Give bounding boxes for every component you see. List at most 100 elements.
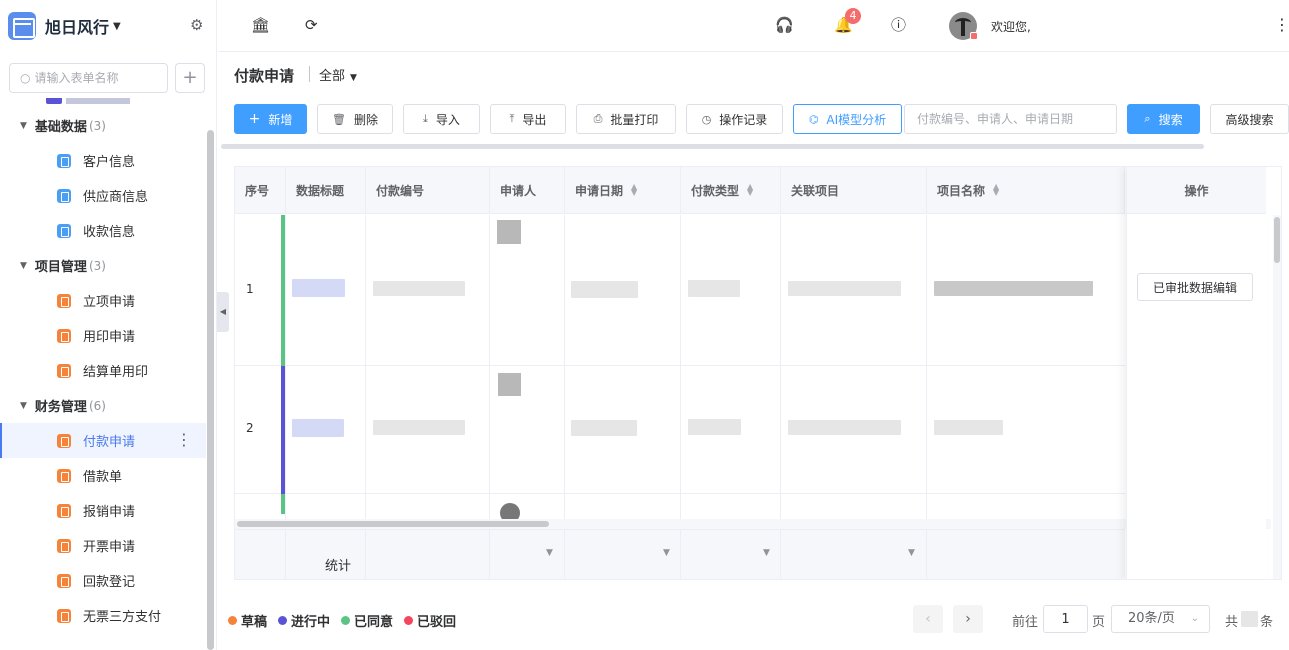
- form-icon: [57, 328, 71, 343]
- export-button[interactable]: ⤒ 导出: [490, 104, 566, 134]
- column-header-related-project: 关联项目: [781, 167, 927, 214]
- toolbar-scrollbar[interactable]: [221, 144, 1204, 149]
- form-search-box[interactable]: ○: [9, 63, 168, 93]
- sidebar-item-loan[interactable]: 借款单: [0, 458, 206, 493]
- sidebar-item-third-party-pay[interactable]: 无票三方支付: [0, 598, 206, 633]
- table-horizontal-scrollbar[interactable]: [237, 521, 549, 527]
- record-search-input[interactable]: [904, 104, 1117, 134]
- filter-select[interactable]: 全部 ▼: [319, 65, 357, 84]
- sidebar-item-receipt[interactable]: 收款信息: [0, 213, 206, 248]
- trash-icon: 🗑: [332, 112, 346, 126]
- caret-down-icon[interactable]: ▼: [763, 548, 770, 558]
- caret-down-icon: ▼: [20, 260, 27, 271]
- redacted-text: [934, 420, 1003, 435]
- form-icon: [57, 363, 71, 378]
- form-search-input[interactable]: [34, 71, 155, 85]
- form-icon: [57, 538, 71, 553]
- group-count: (3): [88, 118, 106, 133]
- page-size-select[interactable]: 20条/页 ⌄: [1111, 605, 1210, 633]
- sidebar-group-finance[interactable]: ▼ 财务管理 (6): [0, 388, 206, 423]
- redacted-text: [373, 420, 465, 435]
- sidebar-item-seal-request[interactable]: 用印申请: [0, 318, 206, 353]
- ai-analysis-button[interactable]: ⌬ AI模型分析: [793, 104, 902, 134]
- form-icon: [57, 223, 71, 238]
- sort-icon[interactable]: ▲ ▼: [993, 183, 999, 197]
- search-icon: ⌕: [1144, 112, 1151, 125]
- row-index: 1: [246, 282, 254, 296]
- redacted-text: [688, 419, 741, 435]
- redacted-text: [373, 281, 465, 296]
- sidebar-item-settlement-seal[interactable]: 结算单用印: [0, 353, 206, 388]
- new-button[interactable]: + 新增: [234, 104, 307, 134]
- column-header-payment-type[interactable]: 付款类型 ▲ ▼: [681, 167, 781, 214]
- form-icon: [57, 153, 71, 168]
- delete-button[interactable]: 🗑 删除: [317, 104, 393, 134]
- filter-value: 全部: [319, 69, 346, 84]
- sidebar: 旭日风行 ▼ ⚙ ○ + ▼ 基础数据 (3) 客户信息 供应商信息 收款信息 …: [0, 0, 217, 650]
- sidebar-item-supplier[interactable]: 供应商信息: [0, 178, 206, 213]
- table-row[interactable]: 1: [235, 215, 1125, 366]
- summary-label: 统计: [325, 559, 352, 574]
- sort-icon[interactable]: ▲ ▼: [631, 183, 637, 197]
- redacted-text: [292, 279, 345, 297]
- sidebar-group-basic[interactable]: ▼ 基础数据 (3): [0, 108, 206, 143]
- more-vertical-icon[interactable]: ⋮: [176, 432, 192, 448]
- edit-approved-data-button[interactable]: 已审批数据编辑: [1137, 273, 1253, 301]
- add-form-button[interactable]: +: [175, 63, 205, 93]
- app-name: 旭日风行: [45, 18, 110, 37]
- more-vertical-icon[interactable]: ⋮: [1274, 16, 1289, 34]
- group-label: 项目管理: [34, 260, 87, 275]
- redacted-total: [1241, 611, 1258, 627]
- legend-draft: 草稿: [228, 611, 267, 630]
- sidebar-group-project[interactable]: ▼ 项目管理 (3): [0, 248, 206, 283]
- sort-icon[interactable]: ▲ ▼: [747, 183, 753, 197]
- advanced-search-button[interactable]: 高级搜索: [1210, 104, 1289, 134]
- table-vertical-scrollbar[interactable]: [1274, 217, 1280, 263]
- column-header-operation: 操作: [1127, 167, 1266, 214]
- operation-log-button[interactable]: ◷ 操作记录: [686, 104, 783, 134]
- summary-row: 统计 ▼ ▼ ▼ ▼: [235, 529, 1125, 579]
- legend-dot: [341, 616, 351, 625]
- sidebar-item-collection[interactable]: 回款登记: [0, 563, 206, 598]
- search-icon: ○: [20, 71, 31, 85]
- applicant-avatar: [497, 220, 521, 244]
- legend-dot: [228, 616, 237, 625]
- sidebar-item-project-approval[interactable]: 立项申请: [0, 283, 206, 318]
- download-icon: ⤓: [423, 112, 428, 125]
- redacted-text: [571, 281, 638, 298]
- row-index: 2: [246, 421, 254, 435]
- batch-print-button[interactable]: ⎙ 批量打印: [576, 104, 676, 134]
- bank-icon[interactable]: 🏛: [251, 17, 270, 33]
- search-button[interactable]: ⌕ 搜索: [1127, 104, 1200, 134]
- refresh-icon[interactable]: ⟳: [305, 17, 318, 33]
- caret-down-icon[interactable]: ▼: [546, 548, 553, 558]
- page-number-input[interactable]: [1043, 605, 1088, 633]
- app-switcher[interactable]: 旭日风行 ▼: [8, 10, 121, 42]
- sidebar-item-invoice[interactable]: 开票申请: [0, 528, 206, 563]
- column-header-apply-date[interactable]: 申请日期 ▲ ▼: [565, 167, 681, 214]
- legend-approved: 已同意: [341, 611, 393, 630]
- collapse-sidebar-handle[interactable]: ◀: [217, 292, 229, 332]
- table-row[interactable]: 2: [235, 366, 1125, 494]
- sidebar-item-partial[interactable]: [0, 98, 206, 108]
- total-suffix: 条: [1260, 615, 1274, 630]
- column-header-project-name[interactable]: 项目名称 ▲ ▼: [927, 167, 1125, 214]
- sidebar-item-customer[interactable]: 客户信息: [0, 143, 206, 178]
- caret-down-icon[interactable]: ▼: [908, 548, 915, 558]
- gear-icon[interactable]: ⚙: [190, 18, 203, 33]
- column-header-index: 序号: [235, 167, 286, 214]
- legend-rejected: 已驳回: [404, 611, 456, 630]
- headset-icon[interactable]: 🎧: [775, 17, 794, 33]
- sidebar-item-reimbursement[interactable]: 报销申请: [0, 493, 206, 528]
- sidebar-item-payment-request[interactable]: 付款申请 ⋮: [0, 423, 206, 458]
- prev-page-button[interactable]: ‹: [913, 605, 943, 633]
- next-page-button[interactable]: ›: [953, 605, 983, 633]
- home-icon: [57, 293, 71, 308]
- caret-down-icon[interactable]: ▼: [663, 548, 670, 558]
- divider: [309, 66, 310, 82]
- sidebar-scrollbar[interactable]: [207, 130, 214, 650]
- applicant-avatar: [498, 373, 521, 396]
- help-icon[interactable]: ⓘ: [891, 17, 906, 33]
- import-button[interactable]: ⤓ 导入: [403, 104, 480, 134]
- clock-icon: ◷: [701, 112, 712, 126]
